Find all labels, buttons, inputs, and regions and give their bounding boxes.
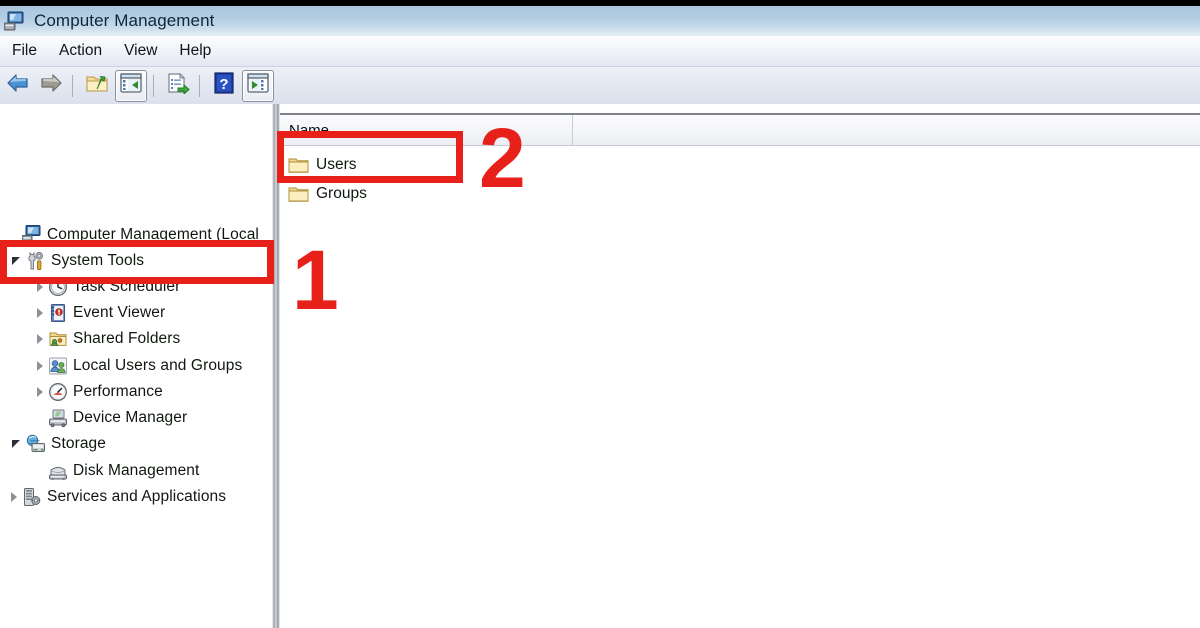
toolbar-separator-3 (199, 74, 200, 97)
tree-item-label: Shared Folders (73, 330, 181, 347)
computer-management-icon (3, 11, 26, 31)
folder-icon (288, 185, 310, 203)
tree-expander[interactable] (6, 489, 22, 505)
menu-item-help[interactable]: Help (168, 40, 222, 62)
show-hide-console-tree-button[interactable] (115, 69, 147, 102)
tree-item-label: Device Manager (73, 409, 188, 426)
performance-icon (48, 382, 68, 402)
services-apps-icon (22, 487, 42, 507)
shared-folders-icon (48, 329, 68, 349)
disk-management-icon (48, 461, 68, 481)
folder-up-icon (85, 72, 109, 99)
tree-item-label: Performance (73, 383, 163, 400)
up-one-level-button[interactable] (82, 71, 112, 101)
menu-item-view[interactable]: View (113, 40, 168, 62)
tree-item-storage[interactable]: Storage (10, 431, 106, 457)
console-tree-icon (120, 73, 142, 98)
tree-item-event-viewer[interactable]: Event Viewer (32, 300, 165, 326)
annotation-box-2 (277, 131, 463, 183)
help-button[interactable]: ? (209, 71, 239, 101)
column-header-empty[interactable] (573, 115, 1200, 145)
tree-item-label: Local Users and Groups (73, 357, 243, 374)
tree-item-local-users-and-groups[interactable]: Local Users and Groups (32, 353, 242, 379)
svg-text:?: ? (219, 76, 228, 93)
list-item-label: Groups (316, 185, 367, 202)
toolbar: ? (0, 67, 1200, 105)
annotation-box-1 (0, 240, 274, 284)
forward-arrow-icon (39, 72, 63, 99)
toolbar-separator-2 (153, 74, 154, 97)
action-pane-icon (247, 73, 269, 98)
device-manager-icon (48, 408, 68, 428)
menu-bar: File Action View Help (0, 36, 1200, 67)
console-tree-pane[interactable]: Computer Management (Local System Tools … (0, 104, 272, 628)
tree-item-performance[interactable]: Performance (32, 379, 163, 405)
menu-item-file[interactable]: File (1, 40, 48, 62)
menu-item-action[interactable]: Action (48, 40, 113, 62)
back-arrow-icon (6, 72, 30, 99)
annotation-number-2: 2 (479, 111, 526, 205)
tree-item-shared-folders[interactable]: Shared Folders (32, 326, 180, 352)
tree-expander[interactable] (10, 436, 26, 452)
tree-expander[interactable] (32, 305, 48, 321)
show-hide-action-pane-button[interactable] (242, 69, 274, 102)
tree-expander (32, 463, 48, 479)
title-bar: Computer Management (0, 6, 1200, 36)
annotation-number-1: 1 (292, 233, 339, 327)
tree-item-label: Services and Applications (47, 488, 227, 505)
event-viewer-icon (48, 303, 68, 323)
tree-item-disk-management[interactable]: Disk Management (32, 458, 199, 484)
window-title: Computer Management (34, 11, 215, 30)
tree-expander (32, 410, 48, 426)
tree-item-device-manager[interactable]: Device Manager (32, 405, 187, 431)
tree-item-label: Disk Management (73, 462, 200, 479)
tree-expander[interactable] (32, 384, 48, 400)
storage-icon (26, 434, 46, 454)
export-list-button[interactable] (163, 71, 193, 101)
tree-expander[interactable] (32, 358, 48, 374)
export-list-icon (166, 72, 190, 99)
tree-item-label: Event Viewer (73, 304, 166, 321)
back-button[interactable] (3, 71, 33, 101)
local-users-groups-icon (48, 356, 68, 376)
toolbar-separator-1 (72, 74, 73, 97)
tree-item-label: Storage (51, 435, 106, 452)
forward-button[interactable] (36, 71, 66, 101)
question-mark-icon: ? (213, 72, 235, 99)
tree-item-services-and-applications[interactable]: Services and Applications (6, 484, 226, 510)
tree-expander[interactable] (32, 331, 48, 347)
list-item-groups[interactable]: Groups (288, 181, 367, 207)
